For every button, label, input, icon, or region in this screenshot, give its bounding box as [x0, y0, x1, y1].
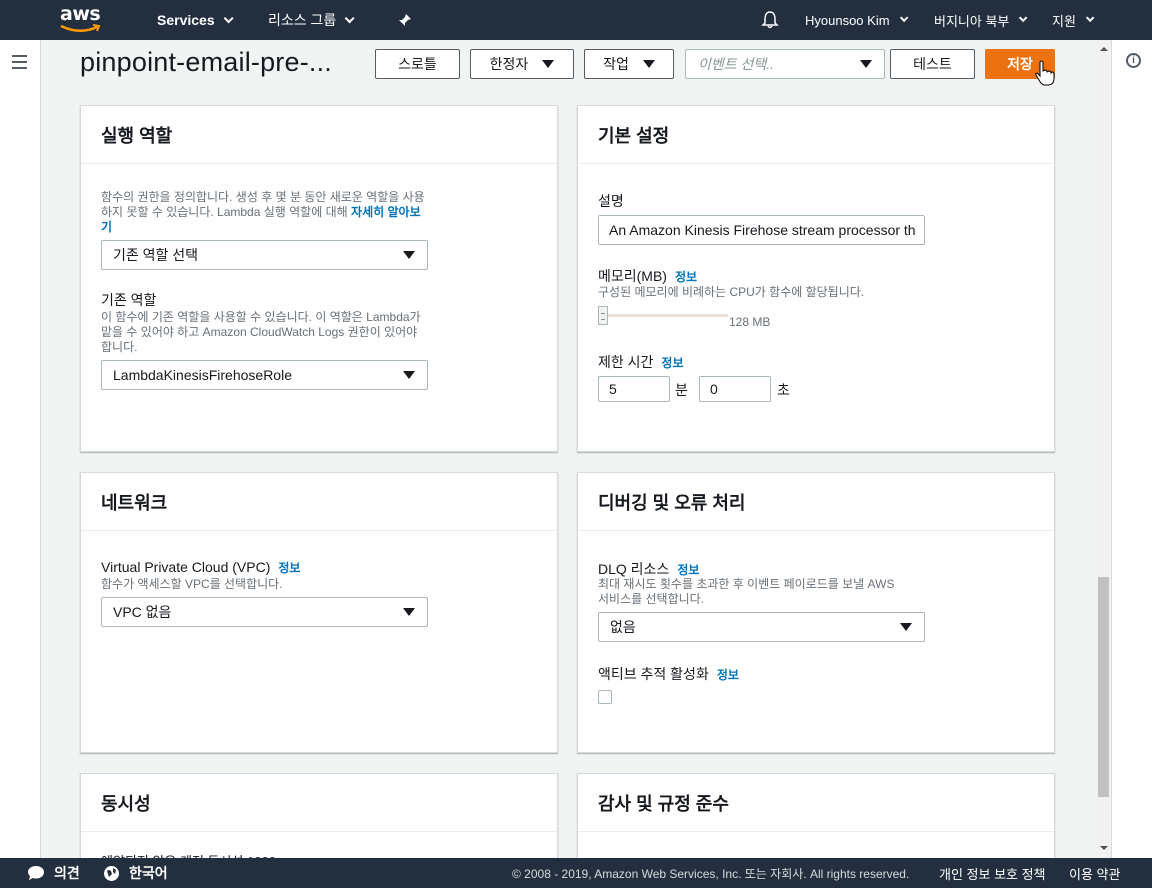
copyright-text: © 2008 - 2019, Amazon Web Services, Inc.…	[512, 866, 910, 881]
timeout-seconds-input[interactable]: 0	[699, 376, 771, 402]
feedback-link[interactable]: 의견	[27, 858, 80, 888]
chevron-down-icon	[344, 12, 355, 23]
memory-label: 메모리(MB) 정보	[598, 268, 698, 284]
region-menu[interactable]: 버지니아 북부	[934, 0, 1028, 40]
caret-down-icon	[900, 623, 912, 631]
caret-down-icon	[403, 371, 415, 379]
caret-down-icon	[542, 60, 555, 68]
test-button[interactable]: 테스트	[890, 49, 975, 79]
qualifiers-button[interactable]: 한정자	[470, 49, 574, 79]
aws-logo-text: aws	[60, 3, 101, 25]
bell-icon[interactable]	[761, 0, 779, 40]
terms-link[interactable]: 이용 약관	[1069, 858, 1120, 888]
dlq-info-link[interactable]: 정보	[677, 563, 699, 577]
chevron-down-icon	[1019, 13, 1028, 23]
pin-icon[interactable]	[398, 0, 412, 40]
language-selector[interactable]: 한국어	[103, 858, 168, 888]
concurrency-title: 동시성	[81, 774, 557, 832]
minutes-unit: 분	[675, 382, 688, 398]
chevron-down-icon	[223, 12, 234, 23]
tracing-info-link[interactable]: 정보	[717, 668, 739, 682]
menu-icon[interactable]	[12, 55, 27, 73]
scrollbar[interactable]	[1096, 40, 1111, 858]
chevron-down-icon	[1085, 13, 1095, 23]
tracing-checkbox[interactable]	[598, 690, 612, 704]
existing-role-description: 이 함수에 기존 역할을 사용할 수 있습니다. 이 역할은 Lambda가 맡…	[101, 310, 421, 354]
throttle-button[interactable]: 스로틀	[375, 49, 460, 79]
function-title: pinpoint-email-pre-...	[80, 47, 333, 77]
services-menu[interactable]: Services	[157, 0, 234, 40]
dlq-label: DLQ 리소스 정보	[598, 561, 700, 577]
vpc-info-link[interactable]: 정보	[278, 561, 300, 575]
existing-role-label: 기존 역할	[101, 292, 157, 308]
info-icon[interactable]: i	[1126, 53, 1141, 68]
description-input[interactable]: An Amazon Kinesis Firehose stream proces…	[598, 215, 925, 245]
tracing-label: 액티브 추적 활성화 정보	[598, 666, 739, 682]
timeout-minutes-input[interactable]: 5	[598, 376, 670, 402]
memory-info-link[interactable]: 정보	[675, 270, 697, 284]
description-label: 설명	[598, 193, 624, 209]
scroll-up-arrow-icon[interactable]	[1096, 42, 1111, 57]
memory-value: 128 MB	[729, 315, 771, 329]
left-rail	[0, 40, 41, 858]
vpc-select[interactable]: VPC 없음	[101, 597, 428, 627]
aws-logo[interactable]: aws	[60, 4, 102, 36]
top-navigation: aws Services 리소스 그룹 Hyounsoo Kim 버지니아 북부…	[0, 0, 1152, 40]
caret-down-icon	[403, 251, 415, 259]
chevron-down-icon	[899, 13, 908, 23]
resource-groups-menu[interactable]: 리소스 그룹	[268, 0, 355, 40]
vpc-description: 함수가 액세스할 VPC를 선택합니다.	[101, 577, 283, 591]
audit-title: 감사 및 규정 준수	[578, 774, 1054, 832]
execution-role-description: 함수의 권한을 정의합니다. 생성 후 몇 분 동안 새로운 역할을 사용하지 …	[101, 190, 425, 234]
hand-cursor-icon	[1035, 60, 1055, 86]
role-choice-select[interactable]: 기존 역할 선택	[101, 240, 428, 270]
network-title: 네트워크	[81, 473, 557, 531]
memory-slider-track[interactable]	[598, 314, 728, 317]
existing-role-select[interactable]: LambdaKinesisFirehoseRole	[101, 360, 428, 390]
timeout-label: 제한 시간 정보	[598, 354, 684, 370]
user-menu[interactable]: Hyounsoo Kim	[805, 0, 908, 40]
right-rail: i	[1111, 40, 1152, 858]
actions-button[interactable]: 작업	[584, 49, 674, 79]
basic-settings-title: 기본 설정	[578, 106, 1054, 164]
memory-description: 구성된 메모리에 비례하는 CPU가 함수에 할당됩니다.	[598, 285, 865, 299]
test-event-select[interactable]: 이벤트 선택..	[685, 49, 885, 79]
caret-down-icon	[642, 60, 655, 68]
dlq-description: 최대 재시도 횟수를 초과한 후 이벤트 페이로드를 보낼 AWS 서비스를 선…	[598, 577, 895, 606]
execution-role-title: 실행 역할	[81, 106, 557, 164]
aws-smile-icon	[60, 24, 101, 32]
caret-down-icon	[403, 608, 415, 616]
vpc-label: Virtual Private Cloud (VPC) 정보	[101, 559, 301, 575]
support-menu[interactable]: 지원	[1052, 0, 1095, 40]
scroll-thumb[interactable]	[1098, 577, 1109, 797]
speech-bubble-icon	[28, 866, 44, 880]
caret-down-icon	[860, 60, 872, 68]
scroll-down-arrow-icon[interactable]	[1096, 841, 1111, 856]
debugging-title: 디버깅 및 오류 처리	[578, 473, 1054, 531]
memory-slider-thumb[interactable]	[598, 306, 608, 325]
privacy-link[interactable]: 개인 정보 보호 정책	[939, 858, 1046, 888]
seconds-unit: 초	[777, 382, 790, 398]
timeout-info-link[interactable]: 정보	[661, 356, 683, 370]
globe-icon	[104, 865, 119, 881]
footer: 의견 한국어 © 2008 - 2019, Amazon Web Service…	[0, 858, 1152, 888]
execution-role-card: 실행 역할	[80, 105, 558, 452]
dlq-select[interactable]: 없음	[598, 612, 925, 642]
